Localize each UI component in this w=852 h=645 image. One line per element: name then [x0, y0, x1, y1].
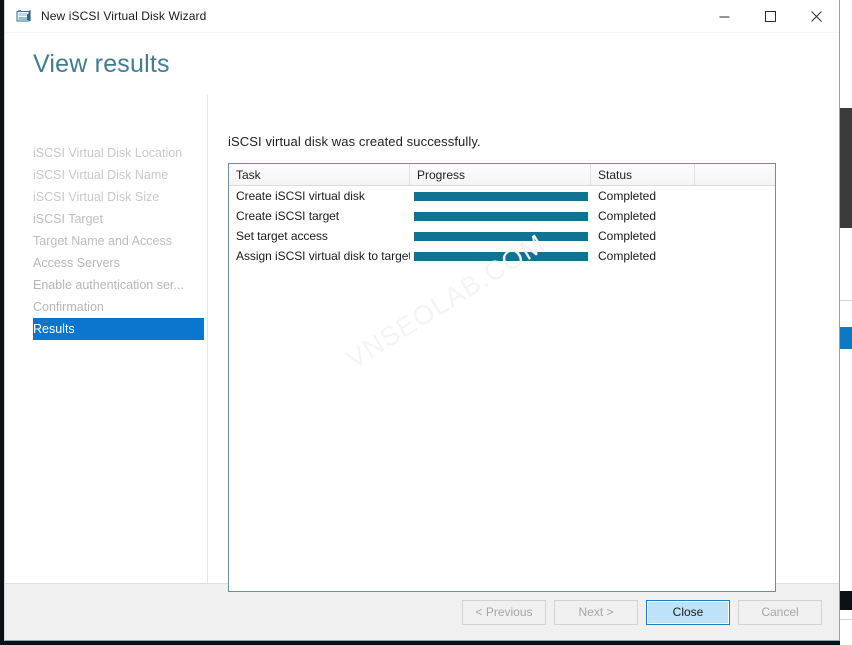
bg-bottom-line	[840, 619, 852, 620]
cell-status: Completed	[598, 189, 657, 203]
bg-panel-dark	[840, 108, 852, 228]
cancel-button[interactable]: Cancel	[738, 599, 822, 625]
cell-extra	[695, 206, 775, 226]
previous-button[interactable]: < Previous	[462, 599, 546, 625]
cell-status: Completed	[598, 249, 657, 263]
column-header-status[interactable]: Status	[591, 164, 695, 185]
sidebar-item-confirmation[interactable]: Confirmation	[33, 296, 203, 318]
bg-panel-bottom	[840, 610, 852, 645]
sidebar-item-target-name-and-access[interactable]: Target Name and Access	[33, 230, 203, 252]
sidebar-item-label: Results	[33, 322, 75, 336]
cell-status: Completed	[598, 229, 657, 243]
table-row[interactable]: Set target access Completed	[229, 226, 775, 246]
sidebar-item-access-servers[interactable]: Access Servers	[33, 252, 203, 274]
title-bar: New iSCSI Virtual Disk Wizard	[5, 0, 839, 33]
cell-task: Create iSCSI virtual disk	[236, 189, 365, 203]
success-message: iSCSI virtual disk was created successfu…	[228, 134, 481, 149]
maximize-icon[interactable]	[747, 0, 793, 32]
sidebar-item-label: Enable authentication ser...	[33, 278, 184, 292]
cell-extra	[695, 246, 775, 266]
wizard-window: New iSCSI Virtual Disk Wizard View resul…	[4, 0, 840, 641]
cell-progress	[410, 226, 591, 246]
close-button[interactable]: Close	[646, 599, 730, 625]
progress-bar	[414, 231, 588, 241]
cell-progress	[410, 206, 591, 226]
table-row[interactable]: Assign iSCSI virtual disk to target Comp…	[229, 246, 775, 266]
cell-extra	[695, 186, 775, 206]
progress-bar	[414, 251, 588, 261]
results-panel: Task Progress Status Create iSCSI virtua…	[228, 163, 776, 592]
page-title: View results	[33, 49, 170, 78]
sidebar-item-iscsi-virtual-disk-size[interactable]: iSCSI Virtual Disk Size	[33, 186, 203, 208]
cell-status: Completed	[598, 209, 657, 223]
bg-panel-lower	[840, 349, 852, 591]
sidebar-item-label: Target Name and Access	[33, 234, 172, 248]
bg-panel-mid	[840, 28, 852, 108]
sidebar-item-label: iSCSI Virtual Disk Name	[33, 168, 169, 182]
cell-task: Assign iSCSI virtual disk to target	[236, 249, 410, 263]
column-header-task[interactable]: Task	[229, 164, 410, 185]
column-header-extra[interactable]	[695, 164, 775, 185]
sidebar-item-iscsi-virtual-disk-location[interactable]: iSCSI Virtual Disk Location	[33, 142, 203, 164]
close-icon[interactable]	[793, 0, 839, 32]
minimize-icon[interactable]	[701, 0, 747, 32]
sidebar-item-results[interactable]: Results	[33, 318, 204, 340]
column-header-progress[interactable]: Progress	[410, 164, 591, 185]
progress-bar	[414, 211, 588, 221]
bg-panel-highlight	[840, 327, 852, 349]
cell-progress	[410, 186, 591, 206]
wizard-step-sidebar: iSCSI Virtual Disk Location iSCSI Virtua…	[5, 95, 208, 583]
page-header: View results	[5, 33, 839, 95]
sidebar-item-iscsi-target[interactable]: iSCSI Target	[33, 208, 203, 230]
table-row[interactable]: Create iSCSI virtual disk Completed	[229, 186, 775, 206]
cell-progress	[410, 246, 591, 266]
body-area: iSCSI Virtual Disk Location iSCSI Virtua…	[5, 95, 839, 592]
sidebar-item-label: iSCSI Virtual Disk Size	[33, 190, 160, 204]
wizard-disk-icon	[16, 8, 32, 24]
results-table-header: Task Progress Status	[229, 164, 775, 186]
progress-bar	[414, 191, 588, 201]
sidebar-item-label: iSCSI Virtual Disk Location	[33, 146, 183, 160]
sidebar-item-enable-authentication[interactable]: Enable authentication ser...	[33, 274, 203, 296]
bg-panel-mid2	[840, 228, 852, 300]
window-controls	[701, 0, 839, 32]
next-button[interactable]: Next >	[554, 599, 638, 625]
bg-panel-top	[840, 0, 852, 28]
cell-task: Set target access	[236, 229, 328, 243]
main-content: iSCSI virtual disk was created successfu…	[208, 95, 839, 592]
sidebar-item-label: Access Servers	[33, 256, 120, 270]
sidebar-item-label: iSCSI Target	[33, 212, 103, 226]
cell-task: Create iSCSI target	[236, 209, 340, 223]
table-row[interactable]: Create iSCSI target Completed	[229, 206, 775, 226]
sidebar-item-label: Confirmation	[33, 300, 104, 314]
sidebar-item-iscsi-virtual-disk-name[interactable]: iSCSI Virtual Disk Name	[33, 164, 203, 186]
window-title: New iSCSI Virtual Disk Wizard	[41, 9, 207, 23]
cell-extra	[695, 226, 775, 246]
